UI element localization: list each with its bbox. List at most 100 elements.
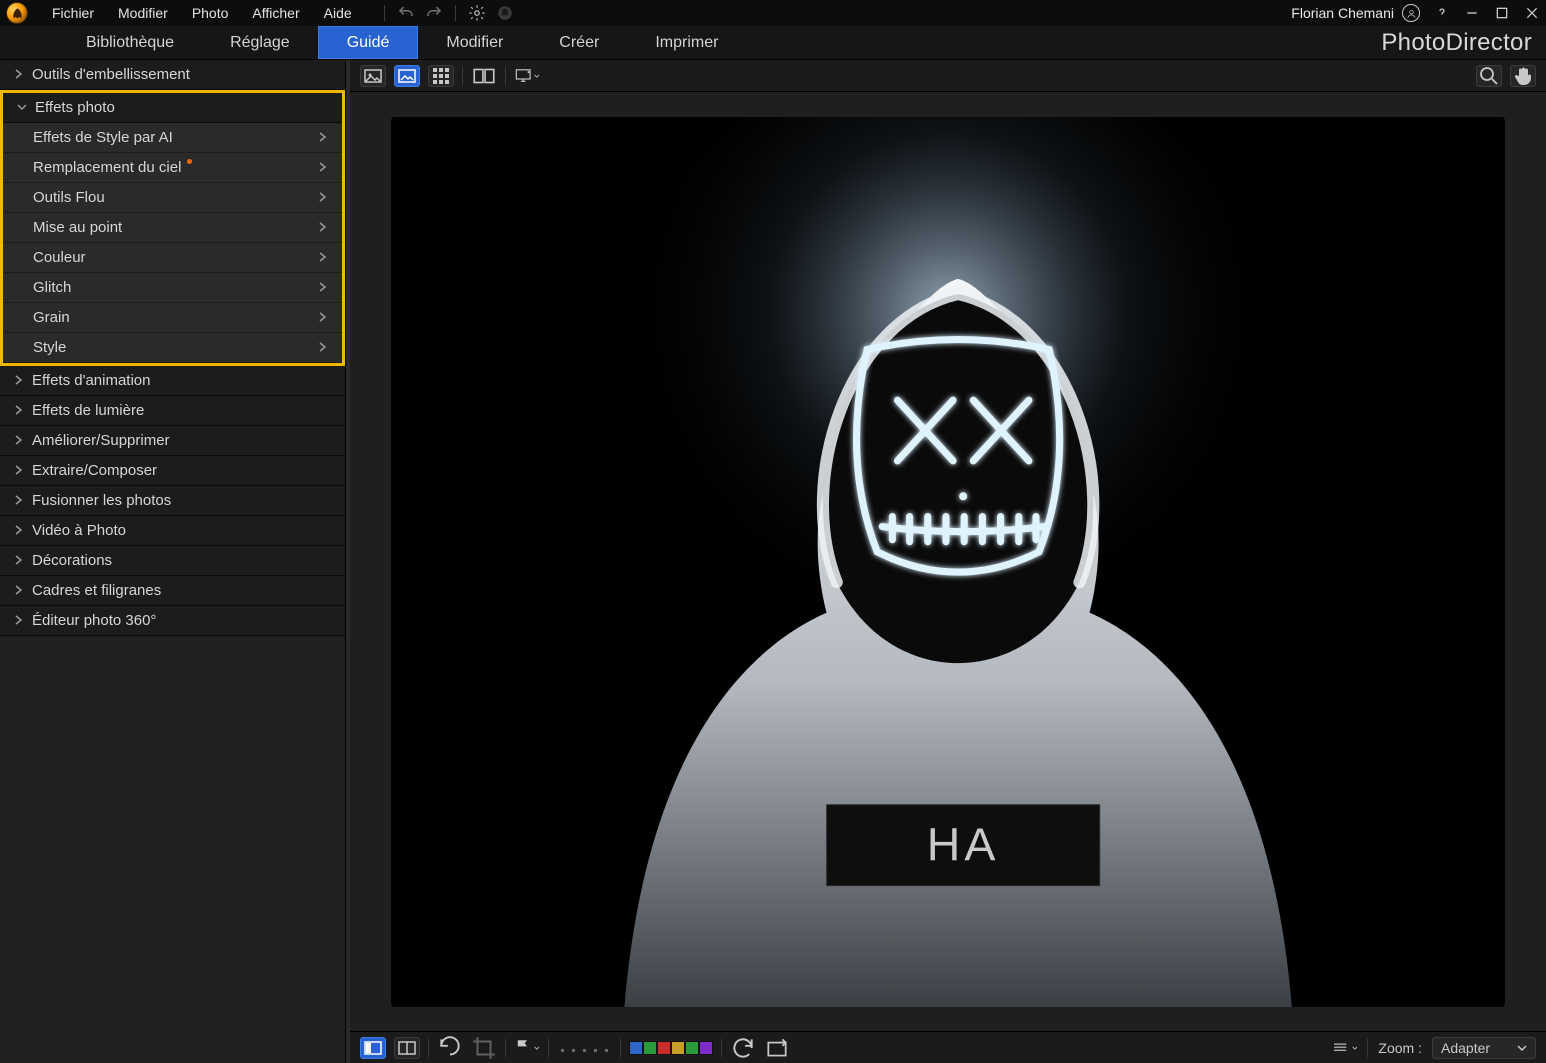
tab-guide[interactable]: Guidé: [318, 26, 419, 59]
chevron-right-icon: [14, 372, 26, 389]
separator: [505, 67, 506, 85]
menu-afficher[interactable]: Afficher: [242, 3, 309, 23]
sidebar-item-color[interactable]: Couleur: [3, 243, 342, 273]
separator: [455, 5, 456, 21]
sidebar-cat-decorations[interactable]: Décorations: [0, 546, 345, 576]
zoom-value: Adapter: [1441, 1040, 1490, 1056]
maximize-icon[interactable]: [1494, 5, 1510, 21]
help-icon[interactable]: [1434, 5, 1450, 21]
menu-aide[interactable]: Aide: [314, 3, 362, 23]
pan-tool-icon[interactable]: [1510, 65, 1536, 87]
window-controls: [1434, 5, 1540, 21]
sidebar-cat-embellissement[interactable]: Outils d'embellissement: [0, 60, 345, 90]
redo-icon[interactable]: [425, 4, 443, 22]
chevron-right-icon: [318, 309, 328, 326]
zoom-select[interactable]: Adapter: [1432, 1037, 1536, 1059]
chevron-right-icon: [14, 522, 26, 539]
chevron-right-icon: [14, 432, 26, 449]
zoom-tool-icon[interactable]: [1476, 65, 1502, 87]
view-layout-1-icon[interactable]: [360, 1037, 386, 1059]
flag-icon[interactable]: [514, 1037, 540, 1059]
minimize-icon[interactable]: [1464, 5, 1480, 21]
sidebar-cat-frames[interactable]: Cadres et filigranes: [0, 576, 345, 606]
chevron-right-icon: [14, 462, 26, 479]
sidebar-cat-merge[interactable]: Fusionner les photos: [0, 486, 345, 516]
zoom-label: Zoom :: [1378, 1040, 1422, 1056]
close-icon[interactable]: [1524, 5, 1540, 21]
tab-reglage[interactable]: Réglage: [202, 26, 318, 59]
sidebar-item-grain[interactable]: Grain: [3, 303, 342, 333]
chevron-right-icon: [318, 189, 328, 206]
chevron-right-icon: [14, 402, 26, 419]
rating-dots[interactable]: [557, 1039, 612, 1056]
tab-imprimer[interactable]: Imprimer: [627, 26, 746, 59]
sidebar-cat-improve-remove[interactable]: Améliorer/Supprimer: [0, 426, 345, 456]
sidebar-cat-effets-photo[interactable]: Effets photo: [3, 93, 342, 123]
swatch-purple[interactable]: [699, 1041, 713, 1055]
view-fit-icon[interactable]: [394, 65, 420, 87]
sidebar-item-focus[interactable]: Mise au point: [3, 213, 342, 243]
title-bar: Fichier Modifier Photo Afficher Aide Flo…: [0, 0, 1546, 26]
menu-fichier[interactable]: Fichier: [42, 3, 104, 23]
svg-text:HA: HA: [927, 818, 1000, 870]
compare-icon[interactable]: [471, 65, 497, 87]
separator: [620, 1039, 621, 1057]
sidebar-item-label: Outils Flou: [33, 189, 105, 206]
swatch-blue[interactable]: [629, 1041, 643, 1055]
preview-artwork: HA: [391, 117, 1505, 1007]
crop-icon[interactable]: [471, 1037, 497, 1059]
sidebar-item-glitch[interactable]: Glitch: [3, 273, 342, 303]
view-single-icon[interactable]: [360, 65, 386, 87]
sidebar-cat-label: Vidéo à Photo: [32, 522, 126, 539]
swatch-green2[interactable]: [685, 1041, 699, 1055]
histogram-icon[interactable]: [1331, 1037, 1357, 1059]
undo-icon[interactable]: [397, 4, 415, 22]
canvas-pane: HA: [350, 60, 1546, 1063]
swatch-yellow[interactable]: [671, 1041, 685, 1055]
settings-icon[interactable]: [468, 4, 486, 22]
flame-icon: [11, 7, 24, 20]
chevron-right-icon: [318, 339, 328, 356]
tab-creer[interactable]: Créer: [531, 26, 627, 59]
sidebar-cat-label: Améliorer/Supprimer: [32, 432, 170, 449]
sidebar-item-blur[interactable]: Outils Flou: [3, 183, 342, 213]
sidebar-item-label: Grain: [33, 309, 70, 326]
sidebar-cat-extract-compose[interactable]: Extraire/Composer: [0, 456, 345, 486]
sidebar-cat-label: Fusionner les photos: [32, 492, 171, 509]
color-labels[interactable]: [629, 1041, 713, 1055]
user-account[interactable]: Florian Chemani: [1291, 4, 1420, 22]
tab-bibliotheque[interactable]: Bibliothèque: [58, 26, 202, 59]
chevron-right-icon: [318, 129, 328, 146]
separator: [428, 1039, 429, 1057]
rotate-icon[interactable]: [437, 1037, 463, 1059]
separator: [384, 5, 385, 21]
image-preview: HA: [391, 117, 1505, 1007]
sidebar-item-label: Glitch: [33, 279, 71, 296]
app-logo: [6, 2, 28, 24]
separator: [462, 67, 463, 85]
export-icon[interactable]: [764, 1037, 790, 1059]
canvas-holder[interactable]: HA: [350, 92, 1546, 1031]
sidebar-cat-label: Effets photo: [35, 99, 115, 116]
sidebar-item-label: Effets de Style par AI: [33, 129, 173, 146]
sidebar-item-sky-replace[interactable]: Remplacement du ciel: [3, 153, 342, 183]
chevron-right-icon: [14, 492, 26, 509]
chevron-right-icon: [318, 249, 328, 266]
sidebar-cat-video-to-photo[interactable]: Vidéo à Photo: [0, 516, 345, 546]
menu-photo[interactable]: Photo: [182, 3, 239, 23]
secondary-display-icon[interactable]: [514, 65, 540, 87]
swatch-red[interactable]: [657, 1041, 671, 1055]
swatch-green[interactable]: [643, 1041, 657, 1055]
notifications-icon[interactable]: [496, 4, 514, 22]
view-layout-2-icon[interactable]: [394, 1037, 420, 1059]
reset-icon[interactable]: [730, 1037, 756, 1059]
menu-modifier[interactable]: Modifier: [108, 3, 178, 23]
sidebar-item-ai-style[interactable]: Effets de Style par AI: [3, 123, 342, 153]
view-grid-icon[interactable]: [428, 65, 454, 87]
sidebar-cat-360[interactable]: Éditeur photo 360°: [0, 606, 345, 636]
sidebar-cat-light[interactable]: Effets de lumière: [0, 396, 345, 426]
sidebar-cat-animation[interactable]: Effets d'animation: [0, 366, 345, 396]
tab-modifier[interactable]: Modifier: [418, 26, 531, 59]
body-layout: Outils d'embellissement Effets photo Eff…: [0, 60, 1546, 1063]
sidebar-item-style[interactable]: Style: [3, 333, 342, 363]
